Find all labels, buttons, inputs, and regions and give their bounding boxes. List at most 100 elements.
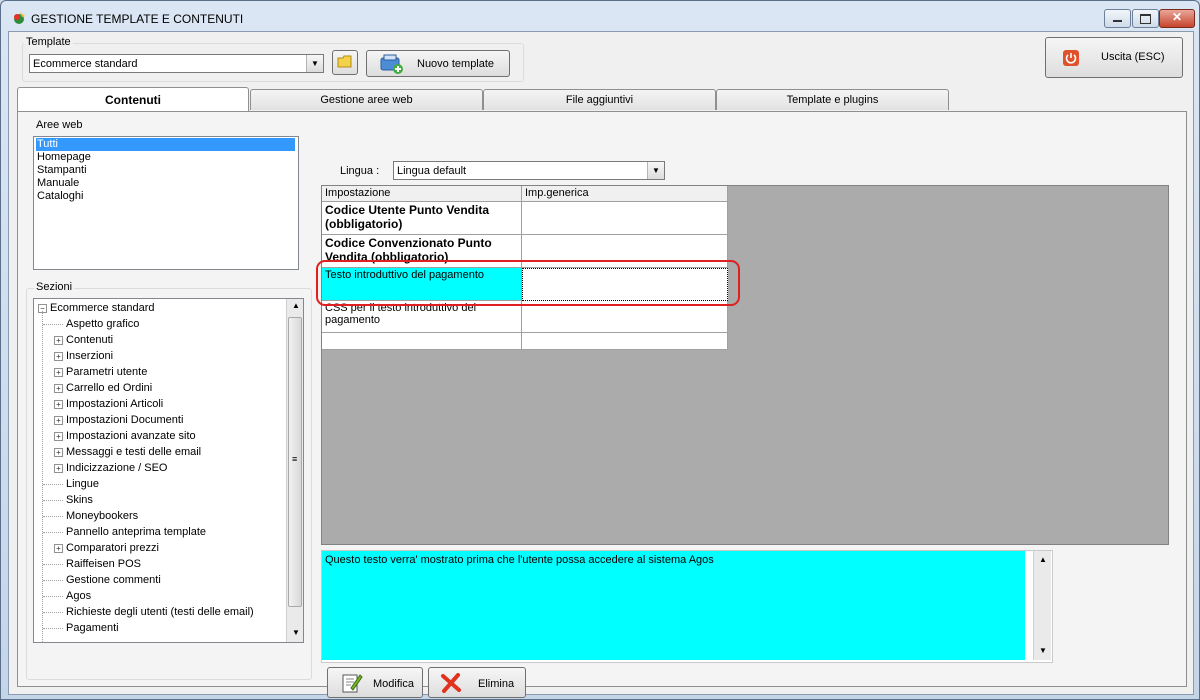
list-item[interactable]: Stampanti [36,164,87,177]
tree-item-label: Pannello anteprima template [66,526,207,538]
list-item[interactable]: Manuale [36,177,79,190]
tree-item-label: Pagamenti [66,622,119,634]
expand-icon[interactable]: + [54,544,63,553]
list-item[interactable]: Cataloghi [36,190,83,203]
tree-root-label: Ecommerce standard [50,302,155,314]
tree-item-label: Impostazioni Documenti [66,414,184,426]
grid-cell-value[interactable] [522,333,728,350]
folder-icon [337,55,352,68]
aree-web-label: Aree web [34,119,85,131]
grid-header-imp-generica[interactable]: Imp.generica [522,186,728,202]
exit-label: Uscita (ESC) [1101,51,1165,63]
edit-icon [342,674,363,693]
maximize-button[interactable] [1132,9,1159,28]
grid-cell-label[interactable]: Codice Utente Punto Vendita (obbligatori… [322,202,522,235]
tree-item-label: Richieste degli utenti (testi delle emai… [66,606,254,618]
tree-item-label: Indicizzazione / SEO [66,462,168,474]
tree-connector [43,612,63,613]
expand-icon[interactable]: + [54,400,63,409]
tab-template-e-plugins[interactable]: Template e plugins [716,89,949,110]
scroll-up-icon[interactable]: ▲ [292,301,300,310]
grid-cell-value[interactable] [522,202,728,235]
tree-item-label: Skins [66,494,93,506]
tree-connector [43,580,63,581]
new-template-button[interactable]: Nuovo template [366,50,510,77]
minimize-button[interactable] [1104,9,1131,28]
scroll-down-icon[interactable]: ▼ [292,628,300,637]
client-area: Template Ecommerce standard ▼ Nuovo temp… [8,31,1194,698]
main-window: GESTIONE TEMPLATE E CONTENUTI ✕ Template… [0,0,1200,700]
expand-icon[interactable]: + [54,336,63,345]
tree-item-label: Parametri utente [66,366,148,378]
grid-cell-label[interactable] [322,333,522,350]
close-button[interactable]: ✕ [1159,9,1195,28]
lingua-label: Lingua : [340,165,380,177]
power-icon [1063,50,1079,66]
modifica-button[interactable]: Modifica [327,667,423,698]
tree-item-label: Inserzioni [66,350,114,362]
open-folder-button[interactable] [332,50,358,75]
modifica-label: Modifica [373,678,414,690]
expand-icon[interactable]: + [54,464,63,473]
template-select-value: Ecommerce standard [33,58,138,70]
chevron-down-icon[interactable]: ▼ [306,55,323,72]
chevron-down-icon[interactable]: ▼ [647,162,664,179]
expand-icon[interactable]: + [54,384,63,393]
close-icon: ✕ [1172,10,1183,24]
scroll-down-icon[interactable]: ▼ [1039,646,1047,655]
tree-item-label: Aspetto grafico [66,318,140,330]
grid-header-impostazione[interactable]: Impostazione [322,186,522,202]
tab-gestione-aree-web[interactable]: Gestione aree web [250,89,483,110]
highlight-annotation [316,260,740,306]
tree-item-label: Messaggi e testi delle email [66,446,202,458]
scroll-up-icon[interactable]: ▲ [1039,555,1047,564]
scroll-thumb[interactable]: ≡ [288,317,302,607]
aree-web-list[interactable]: Tutti Homepage Stampanti Manuale Catalog… [33,136,299,270]
tab-contenuti[interactable]: Contenuti [17,87,249,111]
lingua-select[interactable]: Lingua default ▼ [393,161,665,180]
tree-item-label: Lingue [66,478,100,490]
tree-item-label: Moneybookers [66,510,139,522]
tree-connector [43,628,63,629]
tree-connector [43,484,63,485]
tree-item-label: Carrello ed Ordini [66,382,153,394]
lingua-select-value: Lingua default [397,165,467,177]
tab-panel-contenuti: Aree web Tutti Homepage Stampanti Manual… [17,111,1187,698]
tree-connector [43,596,63,597]
minimize-icon [1113,20,1122,22]
exit-button[interactable]: Uscita (ESC) [1045,37,1183,78]
template-select[interactable]: Ecommerce standard ▼ [29,54,324,73]
tree-item-label: Raiffeisen POS [66,558,142,570]
tree-item-label: Gestione commenti [66,574,161,586]
tree-item-label: Impostazioni avanzate sito [66,430,196,442]
sezioni-scrollbar[interactable]: ▲ ≡ ▼ [286,299,303,642]
list-item[interactable]: Homepage [36,151,91,164]
tree-connector [43,532,63,533]
list-item[interactable]: Tutti [36,138,295,151]
tree-connector [43,324,63,325]
expand-icon[interactable]: + [54,416,63,425]
new-template-label: Nuovo template [417,58,495,70]
settings-grid: Impostazione Imp.generica Codice Utente … [321,185,1169,545]
add-template-icon [380,54,403,74]
expand-icon[interactable]: + [54,432,63,441]
tree-connector [43,564,63,565]
memo-scrollbar[interactable]: ▲ ▼ [1033,551,1051,660]
expand-icon[interactable]: + [54,368,63,377]
title-bar: GESTIONE TEMPLATE E CONTENUTI ✕ [1,1,1199,35]
elimina-button[interactable]: Elimina [428,667,526,698]
sezioni-tree[interactable]: − Ecommerce standard Aspetto grafico + Con… [33,298,304,643]
grip-icon: ≡ [292,454,298,464]
tab-file-aggiuntivi[interactable]: File aggiuntivi [483,89,716,110]
tree-guide-line [42,311,43,642]
memo-box: Questo testo verra' mostrato prima che l… [321,550,1053,663]
expand-icon[interactable]: + [54,448,63,457]
sezioni-label: Sezioni [34,281,75,293]
tree-item-label: Contenuti [66,334,114,346]
window-title: GESTIONE TEMPLATE E CONTENUTI [31,12,244,26]
delete-icon [441,673,461,693]
tree-item-label: Impostazioni Articoli [66,398,164,410]
expand-icon[interactable]: + [54,352,63,361]
memo-text[interactable]: Questo testo verra' mostrato prima che l… [322,551,1025,660]
tree-item-label: Agos [66,590,92,602]
